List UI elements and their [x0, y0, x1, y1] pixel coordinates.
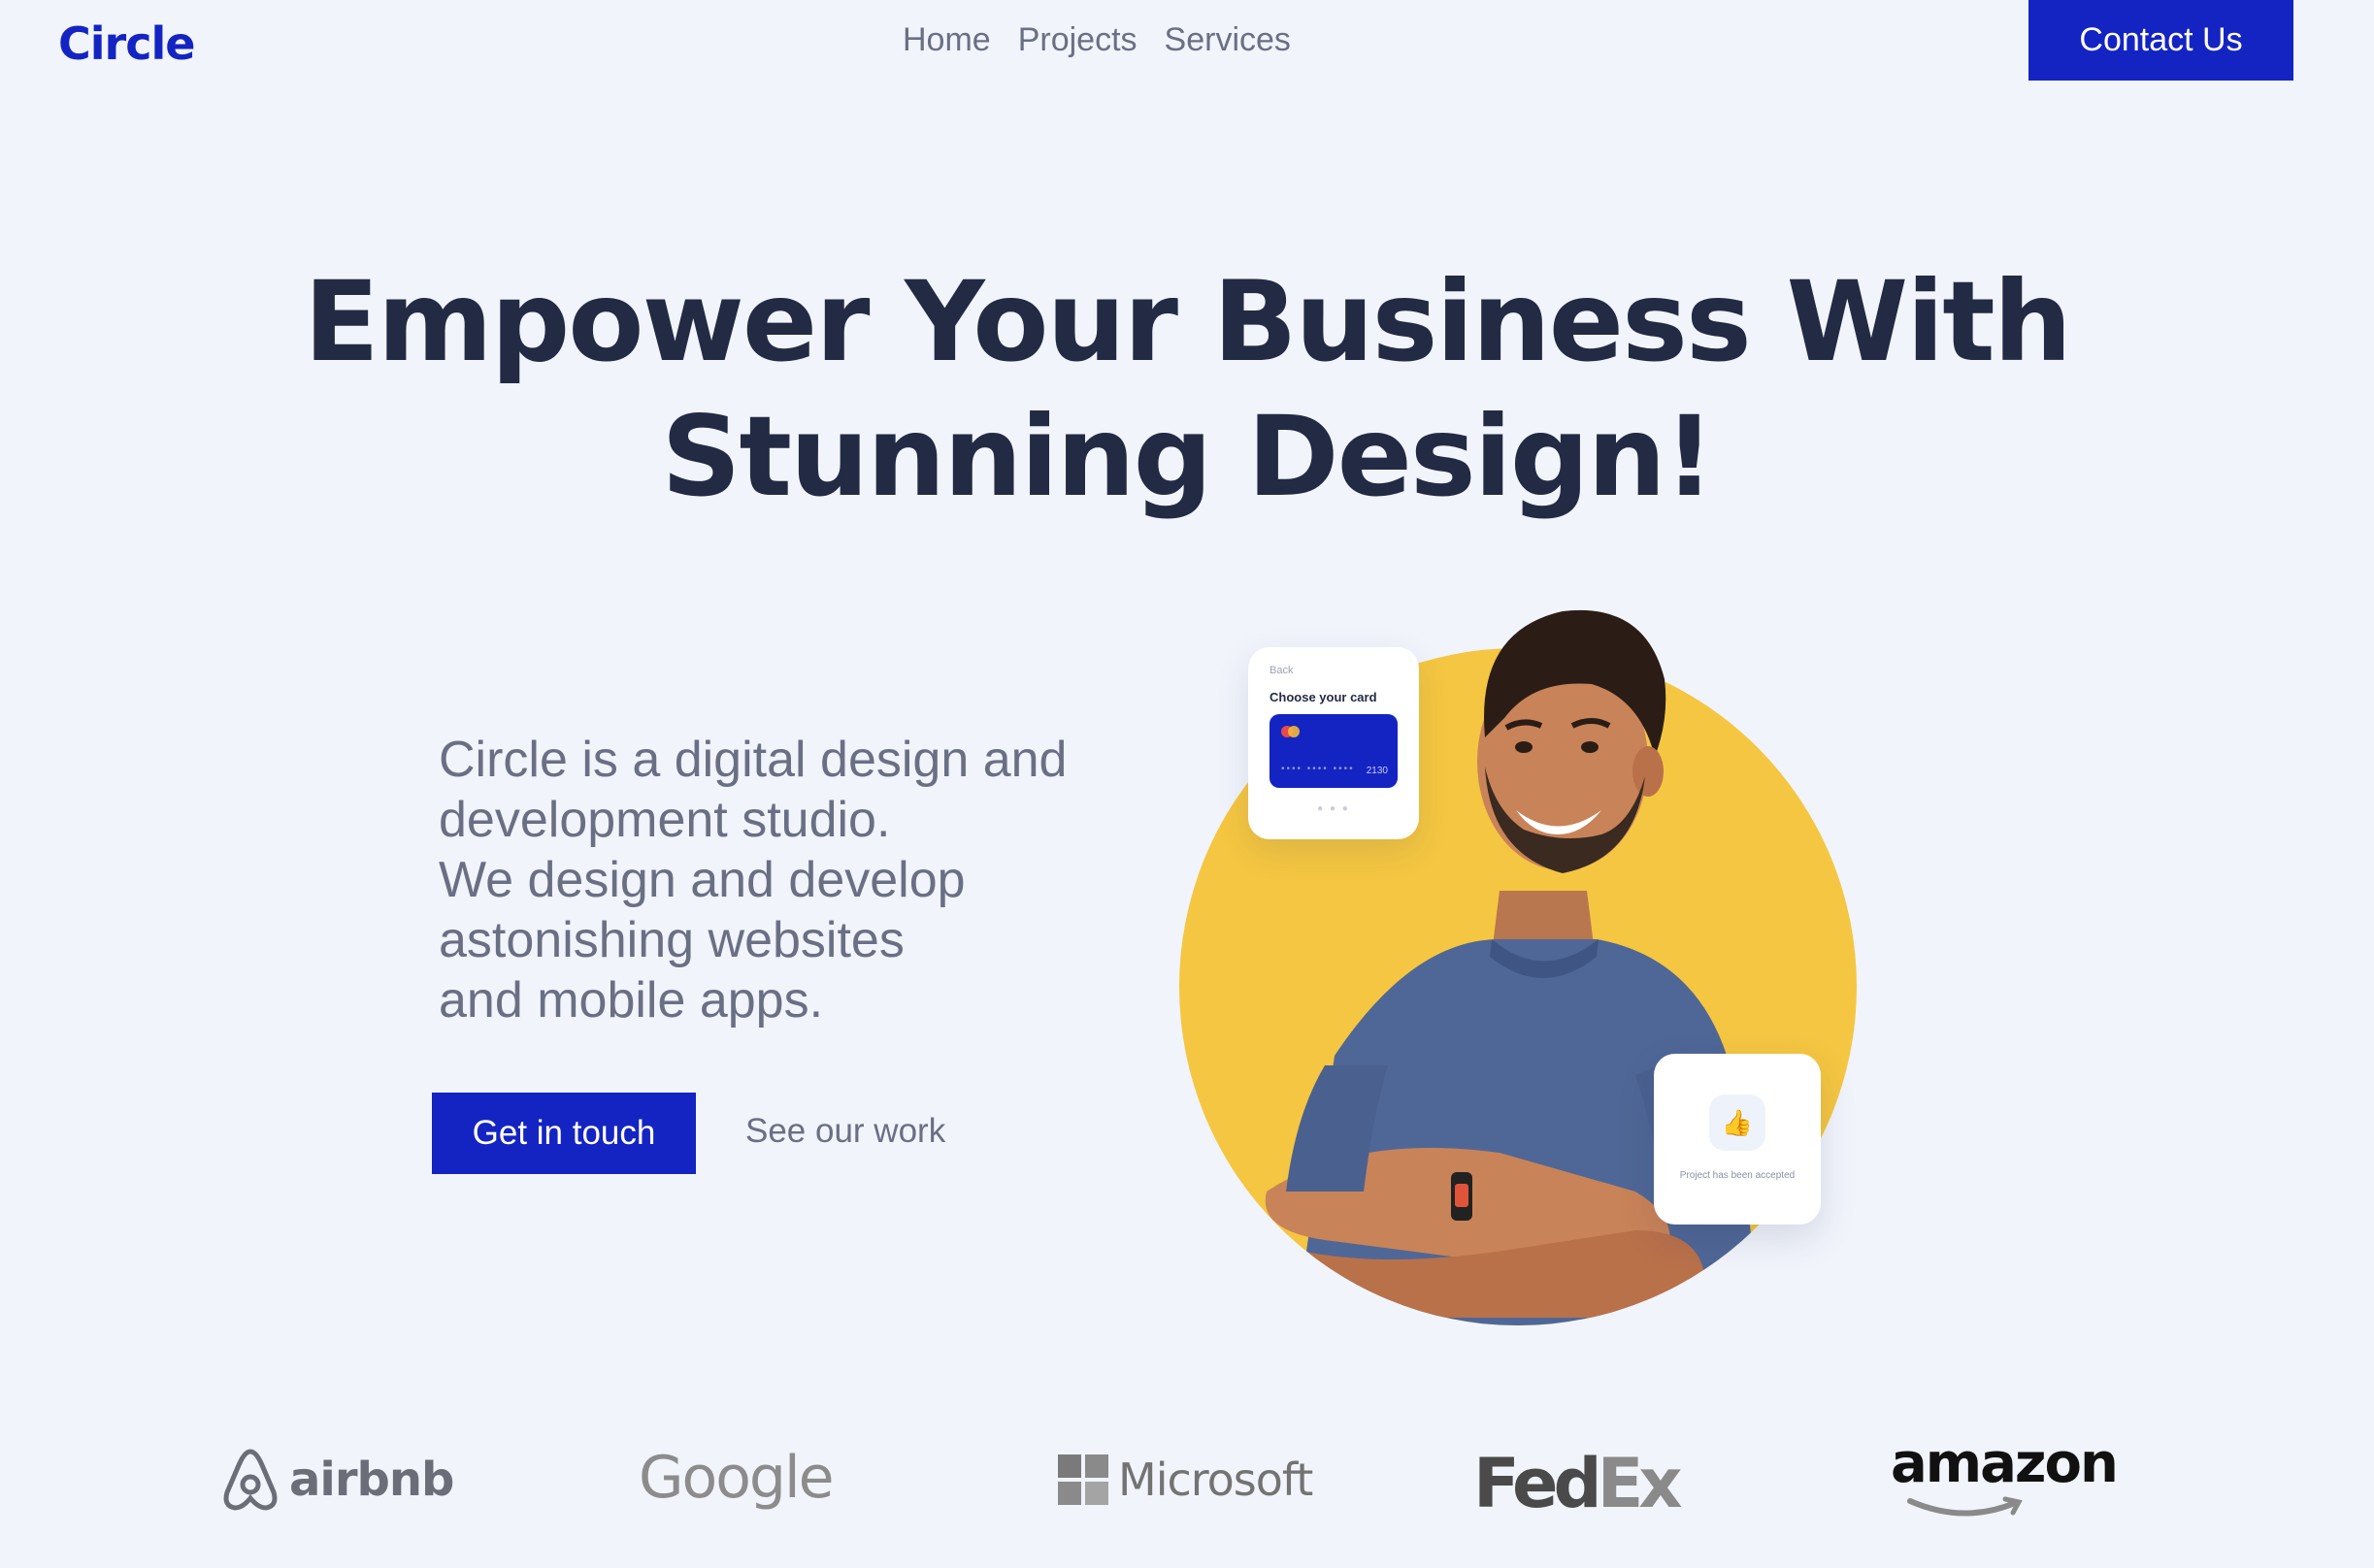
- google-wordmark: Google: [639, 1444, 835, 1512]
- microsoft-logo: Microsoft: [1058, 1454, 1313, 1506]
- choose-card-title: Choose your card: [1269, 690, 1377, 704]
- fedex-wordmark-fed: Fed: [1473, 1444, 1602, 1523]
- microsoft-icon: [1058, 1454, 1108, 1505]
- hero-headline-line2: Stunning Design!: [661, 392, 1714, 521]
- carousel-dots: ● ● ●: [1317, 803, 1350, 814]
- project-accepted-message: Project has been accepted: [1679, 1170, 1796, 1181]
- credit-card-graphic: •••• •••• •••• 2130: [1269, 714, 1398, 788]
- intro-line: astonishing websites: [439, 912, 905, 968]
- hero-headline-line1: Empower Your Business With: [304, 257, 2072, 386]
- contact-us-button[interactable]: Contact Us: [2028, 0, 2293, 81]
- microsoft-wordmark: Microsoft: [1118, 1454, 1313, 1506]
- thumbs-up-icon: 👍: [1709, 1094, 1765, 1151]
- back-label: Back: [1269, 665, 1294, 676]
- get-in-touch-button[interactable]: Get in touch: [432, 1093, 696, 1174]
- fedex-logo: Fed Ex: [1473, 1444, 1683, 1523]
- client-logos: airbnb Google Microsoft Fed Ex amazon: [0, 1432, 2374, 1523]
- main-nav: Home Projects Services: [903, 21, 1291, 59]
- airbnb-wordmark: airbnb: [289, 1453, 454, 1507]
- amazon-wordmark: amazon: [1891, 1432, 2119, 1495]
- project-accepted-widget: 👍 Project has been accepted: [1654, 1054, 1821, 1225]
- hero-headline: Empower Your Business With Stunning Desi…: [0, 254, 2374, 524]
- intro-line: We design and develop: [439, 852, 966, 908]
- fedex-wordmark-ex: Ex: [1597, 1444, 1683, 1523]
- nav-link-projects[interactable]: Projects: [1018, 21, 1138, 59]
- brand-logo[interactable]: Circle: [58, 17, 195, 70]
- amazon-logo: amazon: [1891, 1432, 2119, 1520]
- see-our-work-link[interactable]: See our work: [745, 1112, 945, 1151]
- google-logo: Google: [639, 1444, 835, 1512]
- person-head: [1477, 609, 1666, 873]
- nav-link-services[interactable]: Services: [1165, 21, 1291, 59]
- intro-line: development studio.: [439, 792, 891, 848]
- airbnb-icon: [223, 1449, 278, 1511]
- intro-line: Circle is a digital design and: [439, 732, 1068, 788]
- card-mask-dots: •••• •••• ••••: [1281, 764, 1355, 774]
- nav-link-home[interactable]: Home: [903, 21, 991, 59]
- intro-line: and mobile apps.: [439, 972, 824, 1029]
- choose-card-widget: Back Choose your card •••• •••• •••• 213…: [1248, 647, 1419, 839]
- hero-intro: Circle is a digital design and developme…: [439, 730, 1138, 1030]
- airbnb-logo: airbnb: [221, 1448, 454, 1512]
- card-number: 2130: [1366, 766, 1388, 776]
- amazon-smile-icon: [1907, 1496, 2023, 1517]
